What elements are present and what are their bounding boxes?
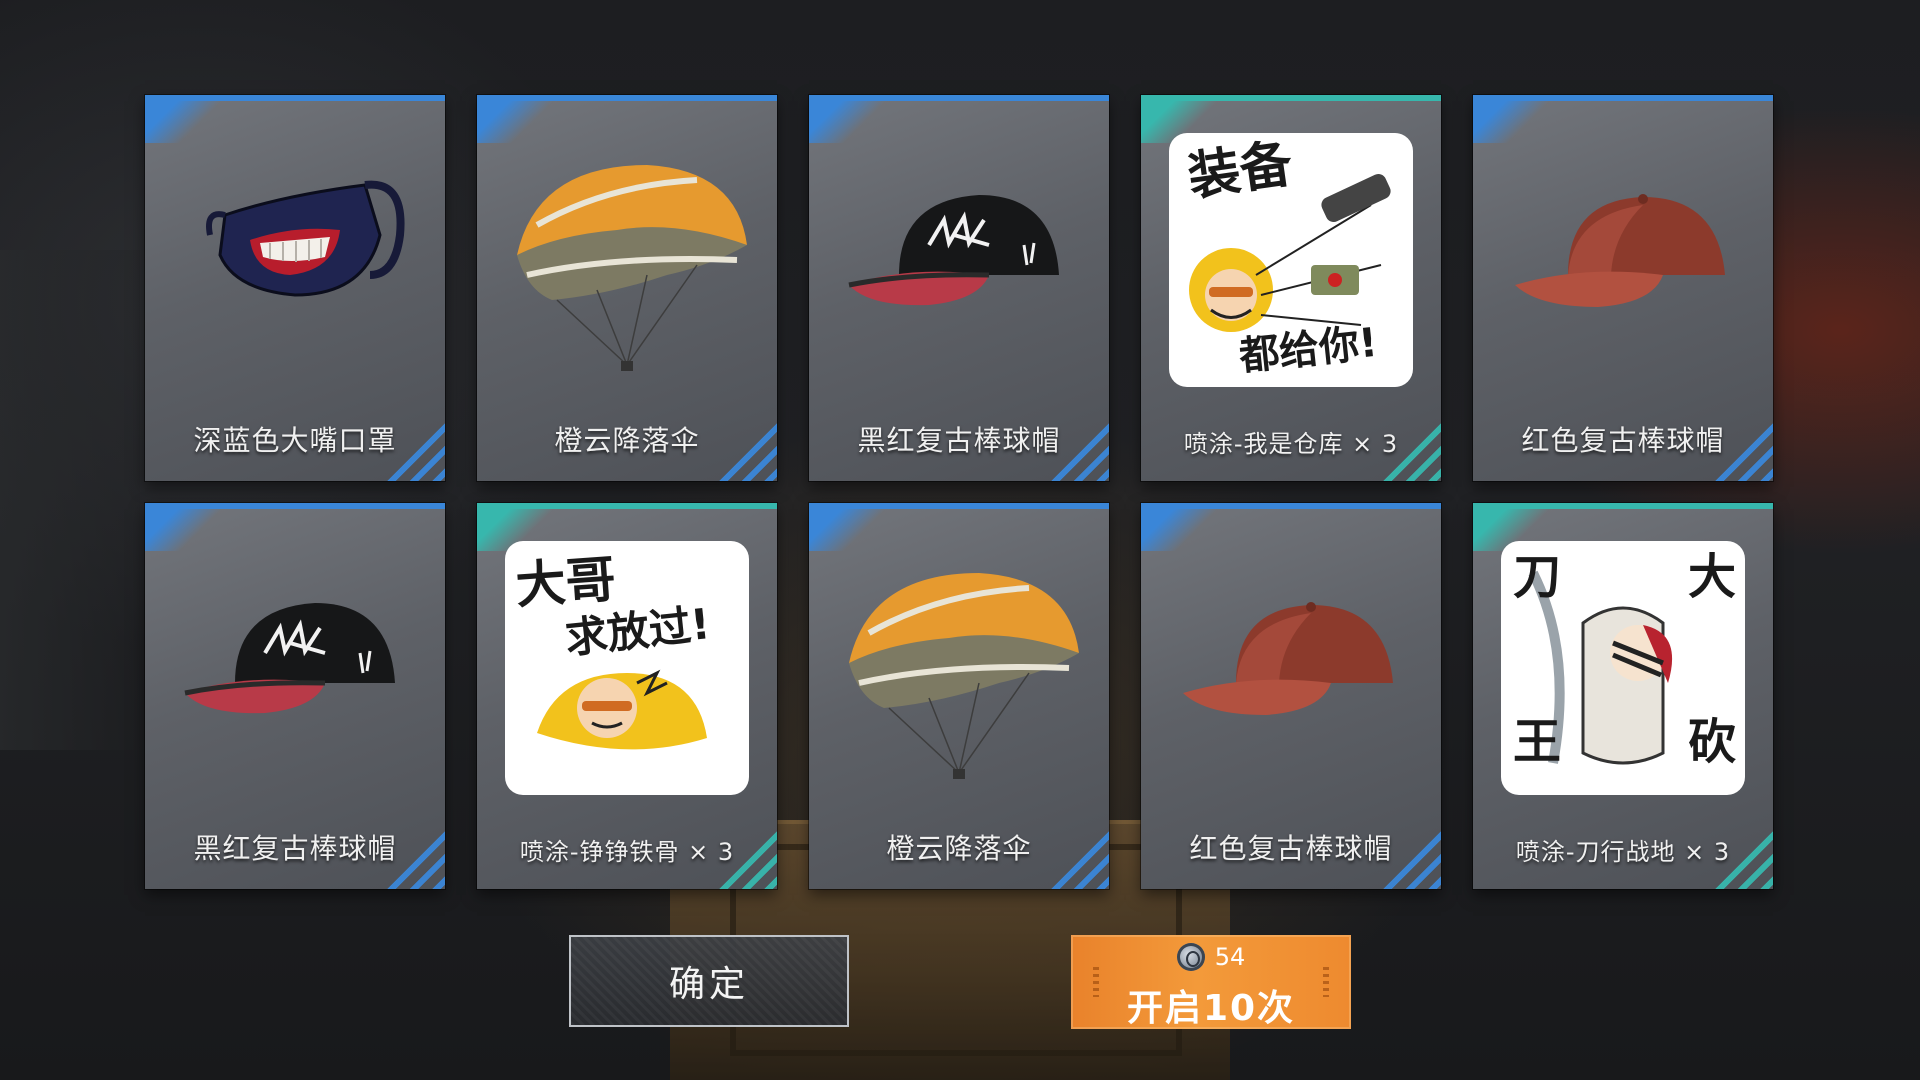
- parachute-icon: [849, 573, 1079, 779]
- reward-name: 喷涂-我是仓库 × 3: [1183, 430, 1399, 458]
- reward-card[interactable]: 黑红复古棒球帽: [809, 95, 1109, 481]
- reward-card[interactable]: 橙云降落伞: [809, 503, 1109, 889]
- cap-red-icon: [1515, 194, 1725, 307]
- reward-name: 红色复古棒球帽: [1521, 424, 1725, 457]
- reward-card[interactable]: 装备 都给你! 喷涂-我是仓库 × 3: [1141, 95, 1441, 481]
- coin-icon: [1176, 943, 1205, 971]
- reward-card[interactable]: 红色复古棒球帽: [1473, 95, 1773, 481]
- open-cost: 54: [1071, 943, 1351, 971]
- sticker-text: 王: [1513, 714, 1561, 770]
- sticker-text: 砍: [1688, 714, 1736, 770]
- reward-name: 橙云降落伞: [554, 424, 700, 457]
- open-cost-value: 54: [1214, 943, 1246, 971]
- cap-red-icon: [1183, 602, 1393, 715]
- open-button-label: 开启10次: [1126, 988, 1296, 1029]
- sticker-text: 大哥: [514, 550, 618, 615]
- reward-name: 红色复古棒球帽: [1189, 832, 1393, 865]
- cap-black-icon: [848, 195, 1059, 306]
- reward-name: 黑红复古棒球帽: [193, 832, 397, 865]
- spray-sticker-icon: 大哥求放过!: [505, 541, 749, 795]
- sticker-text: 大: [1688, 549, 1736, 605]
- reward-name: 深蓝色大嘴口罩: [193, 424, 397, 457]
- reward-screen: 深蓝色大嘴口罩 橙云降落伞 黑红复古棒球帽 装备 都给你! 喷涂-我是仓库 × …: [0, 0, 1920, 1080]
- reward-name: 黑红复古棒球帽: [857, 424, 1061, 457]
- reward-card[interactable]: 深蓝色大嘴口罩: [145, 95, 445, 481]
- spray-sticker-icon: 装备都给你!: [1169, 133, 1413, 387]
- parachute-icon: [517, 165, 747, 371]
- reward-card[interactable]: 黑红复古棒球帽: [145, 503, 445, 889]
- reward-grid: 深蓝色大嘴口罩 橙云降落伞 黑红复古棒球帽 装备 都给你! 喷涂-我是仓库 × …: [145, 95, 1775, 890]
- cap-black-icon: [184, 603, 395, 714]
- reward-name: 橙云降落伞: [886, 832, 1032, 865]
- reward-name: 喷涂-铮铮铁骨 × 3: [519, 838, 735, 866]
- mask-icon: [206, 180, 405, 297]
- reward-name: 喷涂-刀行战地 × 3: [1515, 838, 1731, 866]
- background-wall: [0, 250, 140, 750]
- reward-card[interactable]: 橙云降落伞: [477, 95, 777, 481]
- sticker-text: 刀: [1513, 549, 1561, 605]
- reward-card[interactable]: 红色复古棒球帽: [1141, 503, 1441, 889]
- spray-sticker-icon: 刀 大王 砍: [1501, 541, 1745, 795]
- reward-card[interactable]: 大哥 求放过! 喷涂-铮铮铁骨 × 3: [477, 503, 777, 889]
- open-10-times-button[interactable]: 54 开启10次: [1071, 935, 1351, 1029]
- confirm-button[interactable]: 确定: [569, 935, 849, 1027]
- reward-card[interactable]: 刀 大王 砍 喷涂-刀行战地 × 3: [1473, 503, 1773, 889]
